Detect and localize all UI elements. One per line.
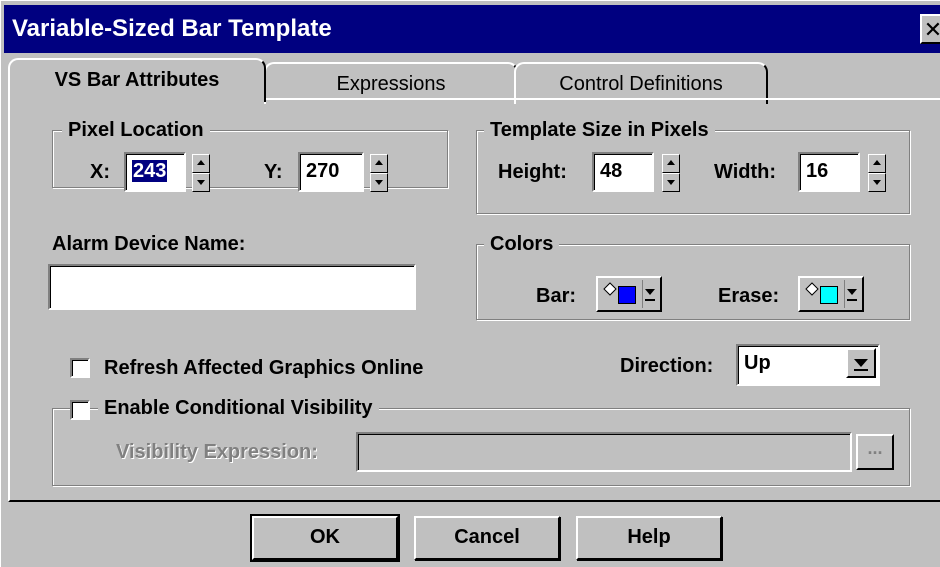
- spin-down-icon[interactable]: [662, 173, 680, 192]
- enable-visibility-label: Enable Conditional Visibility: [98, 396, 379, 420]
- chevron-down-icon[interactable]: [642, 280, 657, 308]
- height-label: Height:: [498, 161, 567, 183]
- tab-label: Control Definitions: [559, 73, 723, 95]
- window-title: Variable-Sized Bar Template: [12, 15, 332, 42]
- ok-label: OK: [310, 526, 340, 548]
- spin-down-icon[interactable]: [192, 173, 210, 192]
- x-value: 243: [132, 160, 168, 182]
- template-size-legend: Template Size in Pixels: [484, 118, 715, 142]
- colors-legend: Colors: [484, 232, 560, 256]
- erase-color-button[interactable]: [798, 276, 864, 312]
- direction-label: Direction:: [620, 355, 714, 377]
- height-field[interactable]: 48: [592, 152, 654, 192]
- paint-bucket-icon: [805, 282, 819, 296]
- spin-up-icon[interactable]: [192, 154, 210, 173]
- y-spin-arrows-icon[interactable]: [370, 154, 388, 192]
- erase-color-swatch: [820, 286, 838, 304]
- width-label: Width:: [714, 161, 777, 183]
- y-field[interactable]: 270: [298, 152, 364, 192]
- width-value: 16: [806, 160, 829, 182]
- help-button[interactable]: Help: [576, 516, 722, 560]
- spin-up-icon[interactable]: [662, 154, 680, 173]
- bar-color-button[interactable]: [596, 276, 662, 312]
- width-spin-arrows-icon[interactable]: [868, 154, 886, 192]
- alarm-device-label: Alarm Device Name:: [52, 233, 246, 255]
- refresh-label: Refresh Affected Graphics Online: [104, 357, 424, 379]
- bar-color-label: Bar:: [536, 285, 577, 307]
- tab-vs-bar-attributes[interactable]: VS Bar Attributes: [8, 58, 266, 102]
- spin-down-icon[interactable]: [370, 173, 388, 192]
- x-label: X:: [90, 161, 110, 183]
- height-value: 48: [600, 160, 623, 182]
- spin-down-icon[interactable]: [868, 173, 886, 192]
- pixel-location-legend: Pixel Location: [62, 118, 210, 142]
- x-field[interactable]: 243: [124, 152, 186, 192]
- width-field[interactable]: 16: [798, 152, 860, 192]
- chevron-down-icon[interactable]: [844, 280, 859, 308]
- height-spin-arrows-icon[interactable]: [662, 154, 680, 192]
- y-value: 270: [306, 160, 340, 182]
- spin-up-icon[interactable]: [868, 154, 886, 173]
- direction-dropdown-icon[interactable]: [846, 348, 876, 378]
- cancel-label: Cancel: [454, 526, 520, 548]
- tab-label: Expressions: [336, 73, 446, 95]
- alarm-device-input[interactable]: [48, 264, 416, 310]
- tab-label: VS Bar Attributes: [54, 69, 220, 91]
- x-spin-arrows-icon[interactable]: [192, 154, 210, 192]
- bar-color-swatch: [618, 286, 636, 304]
- browse-button[interactable]: ...: [856, 434, 894, 470]
- paint-bucket-icon: [603, 282, 617, 296]
- close-icon: ✕: [923, 17, 940, 42]
- ok-button[interactable]: OK: [250, 514, 400, 562]
- spin-up-icon[interactable]: [370, 154, 388, 173]
- visibility-expression-input[interactable]: [356, 432, 852, 472]
- dialog-window: Variable-Sized Bar Template ✕ VS Bar Att…: [0, 0, 940, 567]
- enable-visibility-checkbox[interactable]: [70, 400, 90, 420]
- y-label: Y:: [264, 161, 283, 183]
- cancel-button[interactable]: Cancel: [414, 516, 560, 560]
- refresh-checkbox[interactable]: [70, 358, 90, 378]
- visibility-expression-label: Visibility Expression:: [116, 441, 318, 463]
- help-label: Help: [627, 526, 671, 548]
- direction-value: Up: [744, 352, 771, 374]
- title-bar[interactable]: Variable-Sized Bar Template ✕: [4, 5, 940, 53]
- close-button[interactable]: ✕: [920, 14, 940, 44]
- erase-color-label: Erase:: [718, 285, 780, 307]
- browse-label: ...: [867, 438, 883, 458]
